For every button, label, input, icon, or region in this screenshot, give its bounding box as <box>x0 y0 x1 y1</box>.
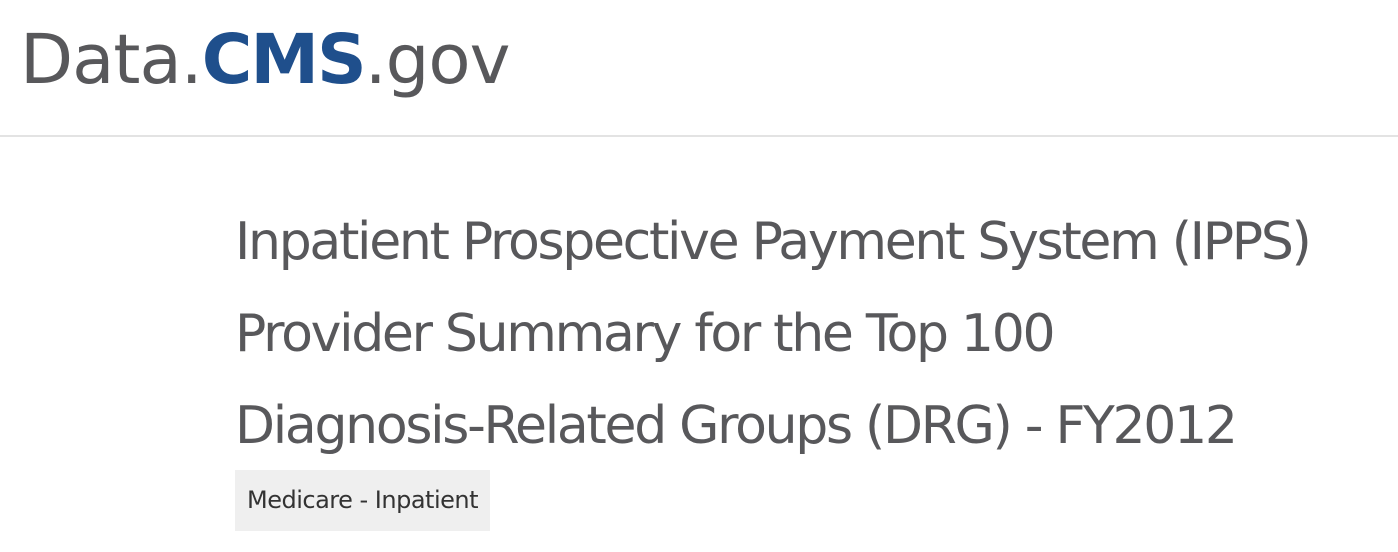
logo-text-cms: CMS <box>201 20 367 100</box>
logo-text-gov: .gov <box>364 20 511 100</box>
dataset-title: Inpatient Prospective Payment System (IP… <box>235 196 1385 472</box>
category-tag[interactable]: Medicare - Inpatient <box>235 470 490 531</box>
dataset-title-line: Inpatient Prospective Payment System (IP… <box>235 212 1312 272</box>
dataset-title-line: Diagnosis-Related Groups (DRG) - FY2012 <box>235 396 1238 456</box>
site-header: Data.CMS.gov <box>0 0 1398 137</box>
site-logo[interactable]: Data.CMS.gov <box>20 18 511 102</box>
dataset-title-line: Provider Summary for the Top 100 <box>235 304 1056 364</box>
logo-text-data: Data. <box>20 20 203 100</box>
